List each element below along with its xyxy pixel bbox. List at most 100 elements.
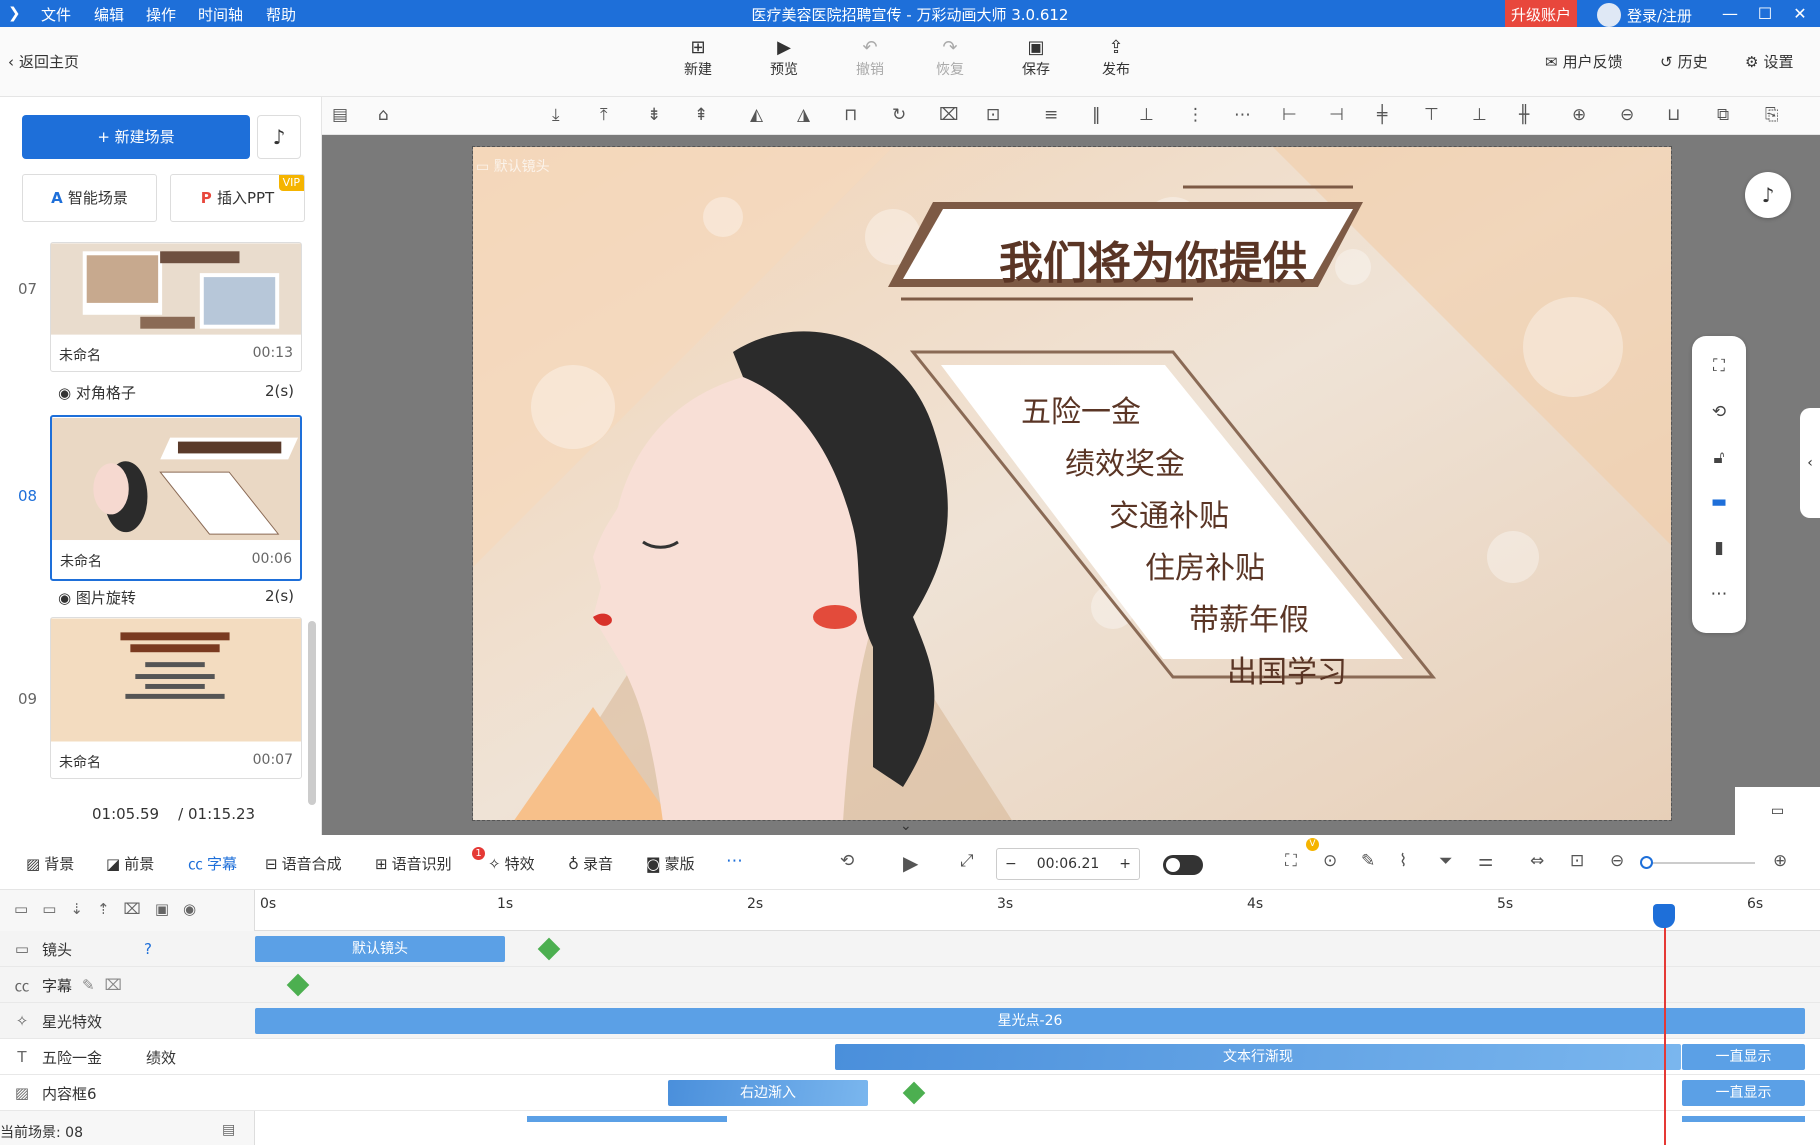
save-button[interactable]: ▣ 保存 (1006, 37, 1066, 79)
zoom-in-icon[interactable]: ⊕ (1773, 851, 1787, 871)
more-icon[interactable]: ⋯ (726, 851, 743, 871)
unlock-icon[interactable]: ⊔ (1667, 105, 1680, 125)
move-up-icon[interactable]: ⇡ (97, 900, 110, 918)
login-button[interactable]: 登录/注册 (1597, 3, 1692, 27)
zoom-slider[interactable] (1645, 862, 1755, 864)
collapse-panel-icon[interactable]: ‹ (1800, 408, 1820, 518)
undo-button[interactable]: ↶ 撤销 (840, 37, 900, 79)
align-center-icon[interactable]: ≡ (1044, 105, 1058, 125)
subtitle-tool[interactable]: ㏄字幕 (188, 853, 237, 874)
track-row[interactable]: ㏄字幕 ✎ ⌧ (0, 967, 1820, 1003)
new-button[interactable]: ⊞ 新建 (668, 37, 728, 79)
plus-icon[interactable]: + (1119, 856, 1131, 872)
timeline-clip-partial[interactable] (527, 1116, 727, 1122)
speech-recognition-tool[interactable]: ⊞ 语音识别 (375, 853, 452, 874)
add-keyframe-icon[interactable] (286, 973, 310, 997)
timeline-clip[interactable]: 右边渐入 (668, 1080, 868, 1106)
split-icon[interactable]: ⌇ (1399, 851, 1407, 871)
lock-icon[interactable]: 🔓︎ (1692, 448, 1746, 468)
landscape-icon[interactable]: ▬ (1692, 492, 1746, 512)
transition-item[interactable]: ◉ 图片旋转 2(s) (58, 587, 294, 608)
home-icon[interactable]: ⌂ (378, 105, 389, 125)
rotate-icon[interactable]: ↻ (892, 105, 906, 125)
redo-button[interactable]: ↷ 恢复 (920, 37, 980, 79)
align-left-icon[interactable]: ⊢ (1282, 105, 1297, 125)
more-icon[interactable]: ⋯ (1692, 584, 1746, 604)
time-value[interactable]: 00:06.21 (1037, 856, 1100, 872)
align-vcenter-icon[interactable]: ╫ (1519, 105, 1529, 125)
delete-icon[interactable]: ⌧ (939, 105, 959, 125)
zoom-out-icon[interactable]: ⊖ (1620, 105, 1634, 125)
edit-icon[interactable]: ✎ (1361, 851, 1375, 871)
scrollbar[interactable] (308, 621, 316, 805)
mask-tool[interactable]: ◙ 蒙版 (646, 853, 695, 874)
filter-icon[interactable]: ⏷ (1439, 851, 1453, 871)
foreground-tool[interactable]: ◪ 前景 (106, 853, 154, 874)
timeline-clip[interactable]: 星光点-26 (255, 1008, 1805, 1034)
scene-card-07[interactable]: 未命名 00:13 (50, 242, 302, 372)
minus-icon[interactable]: − (1005, 856, 1017, 872)
align-hcenter-icon[interactable]: ╪ (1377, 105, 1387, 125)
record-tool[interactable]: ♁ 录音 (568, 853, 613, 874)
toggle-switch[interactable] (1163, 855, 1203, 875)
copy-icon[interactable]: ⧉ (1717, 105, 1729, 125)
zoom-out-icon[interactable]: ⊖ (1610, 851, 1624, 871)
history-link[interactable]: ↺ 历史 (1660, 51, 1708, 72)
lock-icon[interactable]: ⊓ (844, 105, 857, 125)
fit-icon[interactable]: ⊡ (986, 105, 1000, 125)
align-bottom-icon[interactable]: ⊥ (1139, 105, 1154, 125)
settings-sliders-icon[interactable]: ⚌ (1478, 851, 1493, 871)
settings-link[interactable]: ⚙ 设置 (1745, 51, 1793, 72)
timeline-clip-partial[interactable] (1682, 1116, 1805, 1122)
distribute-v-icon[interactable]: ⋯ (1234, 105, 1251, 125)
add-keyframe-icon[interactable] (902, 1081, 926, 1105)
time-stepper[interactable]: − 00:06.21 + (996, 848, 1140, 880)
smart-scene-button[interactable]: A 智能场景 (22, 174, 157, 222)
flip-vertical-icon[interactable]: ◮ (797, 105, 810, 125)
trash-icon[interactable]: ⌧ (105, 976, 122, 994)
camera-icon[interactable]: ⊙ (1323, 851, 1337, 871)
help-icon[interactable]: ? (144, 940, 152, 958)
scene-card-09[interactable]: 未命名 00:07 (50, 617, 302, 779)
ruler-icon[interactable]: ▤ (332, 105, 348, 125)
align-top-icon[interactable]: ⊤ (1424, 105, 1439, 125)
align-baseline-icon[interactable]: ⊥ (1472, 105, 1487, 125)
layer-top-icon[interactable]: ⤒ (600, 105, 608, 125)
flip-horizontal-icon[interactable]: ◭ (750, 105, 763, 125)
align-middle-icon[interactable]: ‖ (1092, 105, 1101, 125)
zoom-slider-handle[interactable] (1640, 856, 1653, 869)
tts-tool[interactable]: ⊟ 语音合成 (265, 853, 342, 874)
move-down-icon[interactable]: ⇣ (70, 900, 83, 918)
chevron-down-icon[interactable]: ⌄ (900, 818, 912, 834)
music-note-icon[interactable]: ♪ (1745, 172, 1791, 218)
playhead-handle[interactable] (1653, 904, 1675, 928)
track-row[interactable]: ✧ 星光特效 星光点-26 (0, 1003, 1820, 1039)
rotate-icon[interactable]: ⟲ (1692, 402, 1746, 422)
play-icon[interactable]: ▶ (903, 851, 918, 875)
portrait-icon[interactable]: ▮ (1692, 538, 1746, 558)
zoom-in-icon[interactable]: ⊕ (1572, 105, 1586, 125)
add-keyframe-icon[interactable] (537, 937, 561, 961)
playhead[interactable] (1664, 904, 1666, 1145)
paste-icon[interactable]: ⎘ (1765, 105, 1779, 125)
timeline-clip[interactable]: 一直显示 (1682, 1080, 1805, 1106)
track-row[interactable]: ▨ 内容框6 右边渐入 一直显示 (0, 1075, 1820, 1111)
crop-icon[interactable]: ⛶ (1285, 851, 1297, 871)
publish-button[interactable]: ⇪ 发布 (1086, 37, 1146, 79)
preview-button[interactable]: ▶ 预览 (754, 37, 814, 79)
list-icon[interactable]: ▤ (222, 1122, 235, 1138)
timeline-clip[interactable]: 默认镜头 (255, 936, 505, 962)
minimap-icon[interactable]: ▭ (1735, 787, 1820, 835)
replay-icon[interactable]: ⟲ (840, 851, 854, 871)
back-home-link[interactable]: ‹ 返回主页 (8, 51, 79, 72)
eye-icon[interactable]: ◉ (183, 900, 196, 918)
stage-canvas[interactable]: 我们将为你提供 五险一金 绩效奖金 交通补贴 住房补贴 带薪年假 出国学习 (472, 146, 1672, 821)
layer-up-icon[interactable]: ⇞ (694, 105, 708, 125)
maximize-icon[interactable]: ☐ (1745, 0, 1785, 27)
timeline-clip[interactable]: 一直显示 (1682, 1044, 1805, 1070)
feedback-link[interactable]: ✉ 用户反馈 (1545, 51, 1623, 72)
lock-icon[interactable]: ▣ (155, 900, 169, 918)
insert-ppt-button[interactable]: P 插入PPT VIP (170, 174, 305, 222)
scene-card-08[interactable]: 未命名 00:06 (50, 415, 302, 581)
folder-icon[interactable]: ▭ (14, 900, 28, 918)
